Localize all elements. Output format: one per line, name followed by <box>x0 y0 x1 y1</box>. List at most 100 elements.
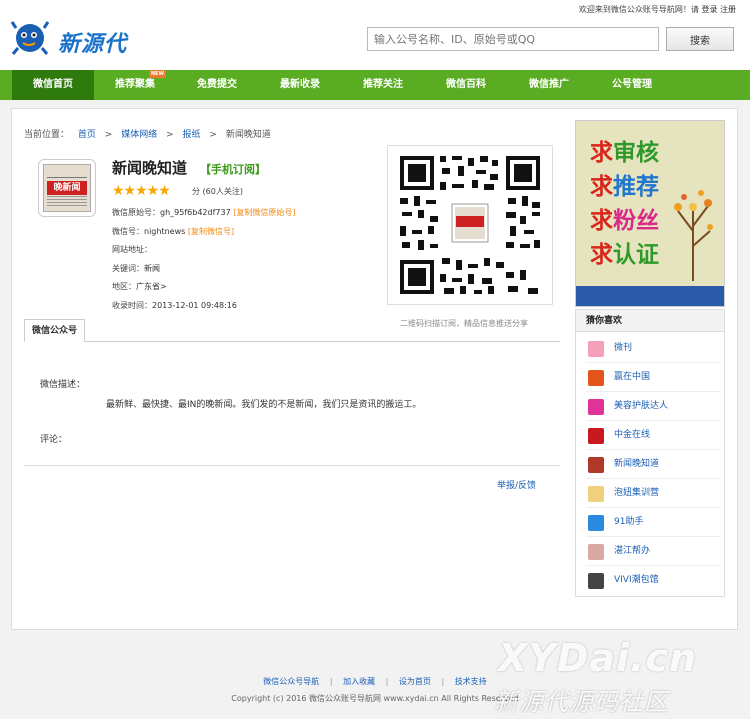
guess-you-like: 猜你喜欢 微刊 赢在中国 美容护肤达人 中金在线 新闻晚知道 泡妞集训营 91助… <box>575 309 725 597</box>
footer-sep: | <box>329 677 333 686</box>
time-label: 收录时间： <box>112 301 152 310</box>
account-avatar: 晚新闻 <box>38 159 96 217</box>
search-button[interactable]: 搜索 <box>666 27 734 51</box>
nav-label: 推荐聚集 <box>115 79 155 90</box>
list-item[interactable]: 中金在线 <box>586 421 720 450</box>
original-id-row: 微信原始号：gh_95f6b42df737 [复制微信原始号] <box>112 207 295 218</box>
account-thumb-icon <box>588 486 604 502</box>
main-nav: 微信首页 推荐聚集 NEW 免费提交 最新收录 推荐关注 微信百科 微信推广 公号… <box>0 70 750 100</box>
list-item[interactable]: 美容护肤达人 <box>586 392 720 421</box>
list-item[interactable]: VIVI潮包馆 <box>586 566 720 595</box>
nav-label: 微信首页 <box>33 79 73 90</box>
time-row: 收录时间：2013-12-01 09:48:16 <box>112 300 237 311</box>
nav-label: 推荐关注 <box>363 79 403 90</box>
main-content: 当前位置： 首页 > 媒体网络 > 报纸 > 新闻晚知道 晚新闻 新闻晚知道 【… <box>11 108 738 630</box>
footer-link-support[interactable]: 技术支持 <box>455 677 487 686</box>
breadcrumb-prefix: 当前位置： <box>24 130 70 140</box>
list-item[interactable]: 湛江帮办 <box>586 537 720 566</box>
logo-mascot-icon <box>10 21 50 55</box>
ad-banner[interactable]: 求审核 求推荐 求粉丝 求认证 <box>575 120 725 307</box>
account-icon-text: 晚新闻 <box>47 181 87 195</box>
account-thumb-icon <box>588 341 604 357</box>
keywords-label: 关键词： <box>112 264 144 273</box>
footer-link-nav[interactable]: 微信公众号导航 <box>263 677 319 686</box>
account-thumb-icon <box>588 370 604 386</box>
copy-wechat-id-button[interactable]: [复制微信号] <box>188 227 234 236</box>
list-item-label: 微刊 <box>614 343 633 353</box>
footer-link-homepage[interactable]: 设为首页 <box>399 677 431 686</box>
footer-sep: | <box>385 677 389 686</box>
list-item[interactable]: 91助手 <box>586 508 720 537</box>
account-thumb-icon <box>588 544 604 560</box>
breadcrumb-sep: > <box>209 130 217 140</box>
qr-code <box>387 145 553 305</box>
wechat-id-label: 微信号： <box>112 227 144 236</box>
list-item[interactable]: 微刊 <box>586 334 720 363</box>
ad-text: 推荐 <box>613 173 659 200</box>
footer-sep: | <box>441 677 445 686</box>
nav-item-manage[interactable]: 公号管理 <box>591 70 673 100</box>
nav-item-home[interactable]: 微信首页 <box>12 70 94 100</box>
nav-item-recommend[interactable]: 推荐聚集 NEW <box>94 70 176 100</box>
tab-wechat-account[interactable]: 微信公众号 <box>24 319 86 342</box>
watermark: XYDai.cn <box>498 636 698 680</box>
breadcrumb-newspaper[interactable]: 报纸 <box>183 130 201 140</box>
copy-original-id-button[interactable]: [复制微信原始号] <box>233 208 295 217</box>
ad-text: 粉丝 <box>613 207 659 234</box>
list-item[interactable]: 新闻晚知道 <box>586 450 720 479</box>
list-item-label: VIVI潮包馆 <box>614 575 659 585</box>
comment-label: 评论： <box>40 435 68 445</box>
wechat-id-row: 微信号：nightnews [复制微信号] <box>112 226 234 237</box>
region-value: 广东省> <box>136 282 167 291</box>
account-thumb-icon <box>588 573 604 589</box>
nav-label: 最新收录 <box>280 79 320 90</box>
footer-link-favorite[interactable]: 加入收藏 <box>343 677 375 686</box>
nav-label: 微信推广 <box>529 79 569 90</box>
description-text: 最新鲜、最快捷、最IN的晚新闻。我们发的不是新闻，我们只是资讯的搬运工。 <box>106 400 422 410</box>
nav-item-follow[interactable]: 推荐关注 <box>342 70 424 100</box>
search-input[interactable] <box>367 27 659 51</box>
logo-text: 新源代 <box>58 32 128 57</box>
newspaper-header-line <box>47 168 87 178</box>
rating-stars-icon: ★★★★★ <box>112 183 171 199</box>
time-value: 2013-12-01 09:48:16 <box>152 301 237 310</box>
ad-text: 认证 <box>613 241 659 268</box>
tab-divider <box>24 341 560 342</box>
ad-bottom-band <box>576 286 724 306</box>
list-item-label: 湛江帮办 <box>614 546 651 556</box>
breadcrumb-media[interactable]: 媒体网络 <box>121 130 157 140</box>
list-item[interactable]: 赢在中国 <box>586 363 720 392</box>
newspaper-text-lines <box>47 196 87 208</box>
region-label: 地区： <box>112 282 136 291</box>
list-item-label: 赢在中国 <box>614 372 651 382</box>
nav-item-promote[interactable]: 微信推广 <box>508 70 590 100</box>
list-item-label: 91助手 <box>614 517 644 527</box>
mobile-subscribe-link[interactable]: 【手机订阅】 <box>200 161 266 177</box>
welcome-text: 欢迎来到微信公众账号导航网！请 <box>578 5 699 14</box>
breadcrumb-home[interactable]: 首页 <box>78 130 96 140</box>
nav-item-submit[interactable]: 免费提交 <box>176 70 258 100</box>
region-row: 地区：广东省> <box>112 281 167 292</box>
breadcrumb-current: 新闻晚知道 <box>225 130 271 140</box>
description-label: 微信描述： <box>40 380 86 390</box>
ad-char: 求 <box>590 241 613 268</box>
account-thumb-icon <box>588 399 604 415</box>
breadcrumb-sep: > <box>166 130 174 140</box>
register-link[interactable]: 注册 <box>720 5 736 14</box>
list-item-label: 新闻晚知道 <box>614 459 660 469</box>
qr-code-icon <box>400 156 540 294</box>
website-row: 网站地址： <box>112 244 152 255</box>
list-item[interactable]: 泡妞集训营 <box>586 479 720 508</box>
nav-item-wiki[interactable]: 微信百科 <box>425 70 507 100</box>
ad-line-review: 求审核 <box>590 133 659 167</box>
ad-char: 求 <box>590 139 613 166</box>
account-thumb-icon <box>588 428 604 444</box>
login-link[interactable]: 登录 <box>701 5 717 14</box>
website-label: 网站地址： <box>112 245 152 254</box>
watermark-sub: 新源代源码社区 <box>494 688 669 716</box>
site-logo[interactable]: 新源代 <box>10 18 150 58</box>
new-badge: NEW <box>148 70 166 78</box>
nav-item-latest[interactable]: 最新收录 <box>259 70 341 100</box>
report-feedback-link[interactable]: 举报/反馈 <box>497 478 536 491</box>
breadcrumb-sep: > <box>104 130 113 140</box>
